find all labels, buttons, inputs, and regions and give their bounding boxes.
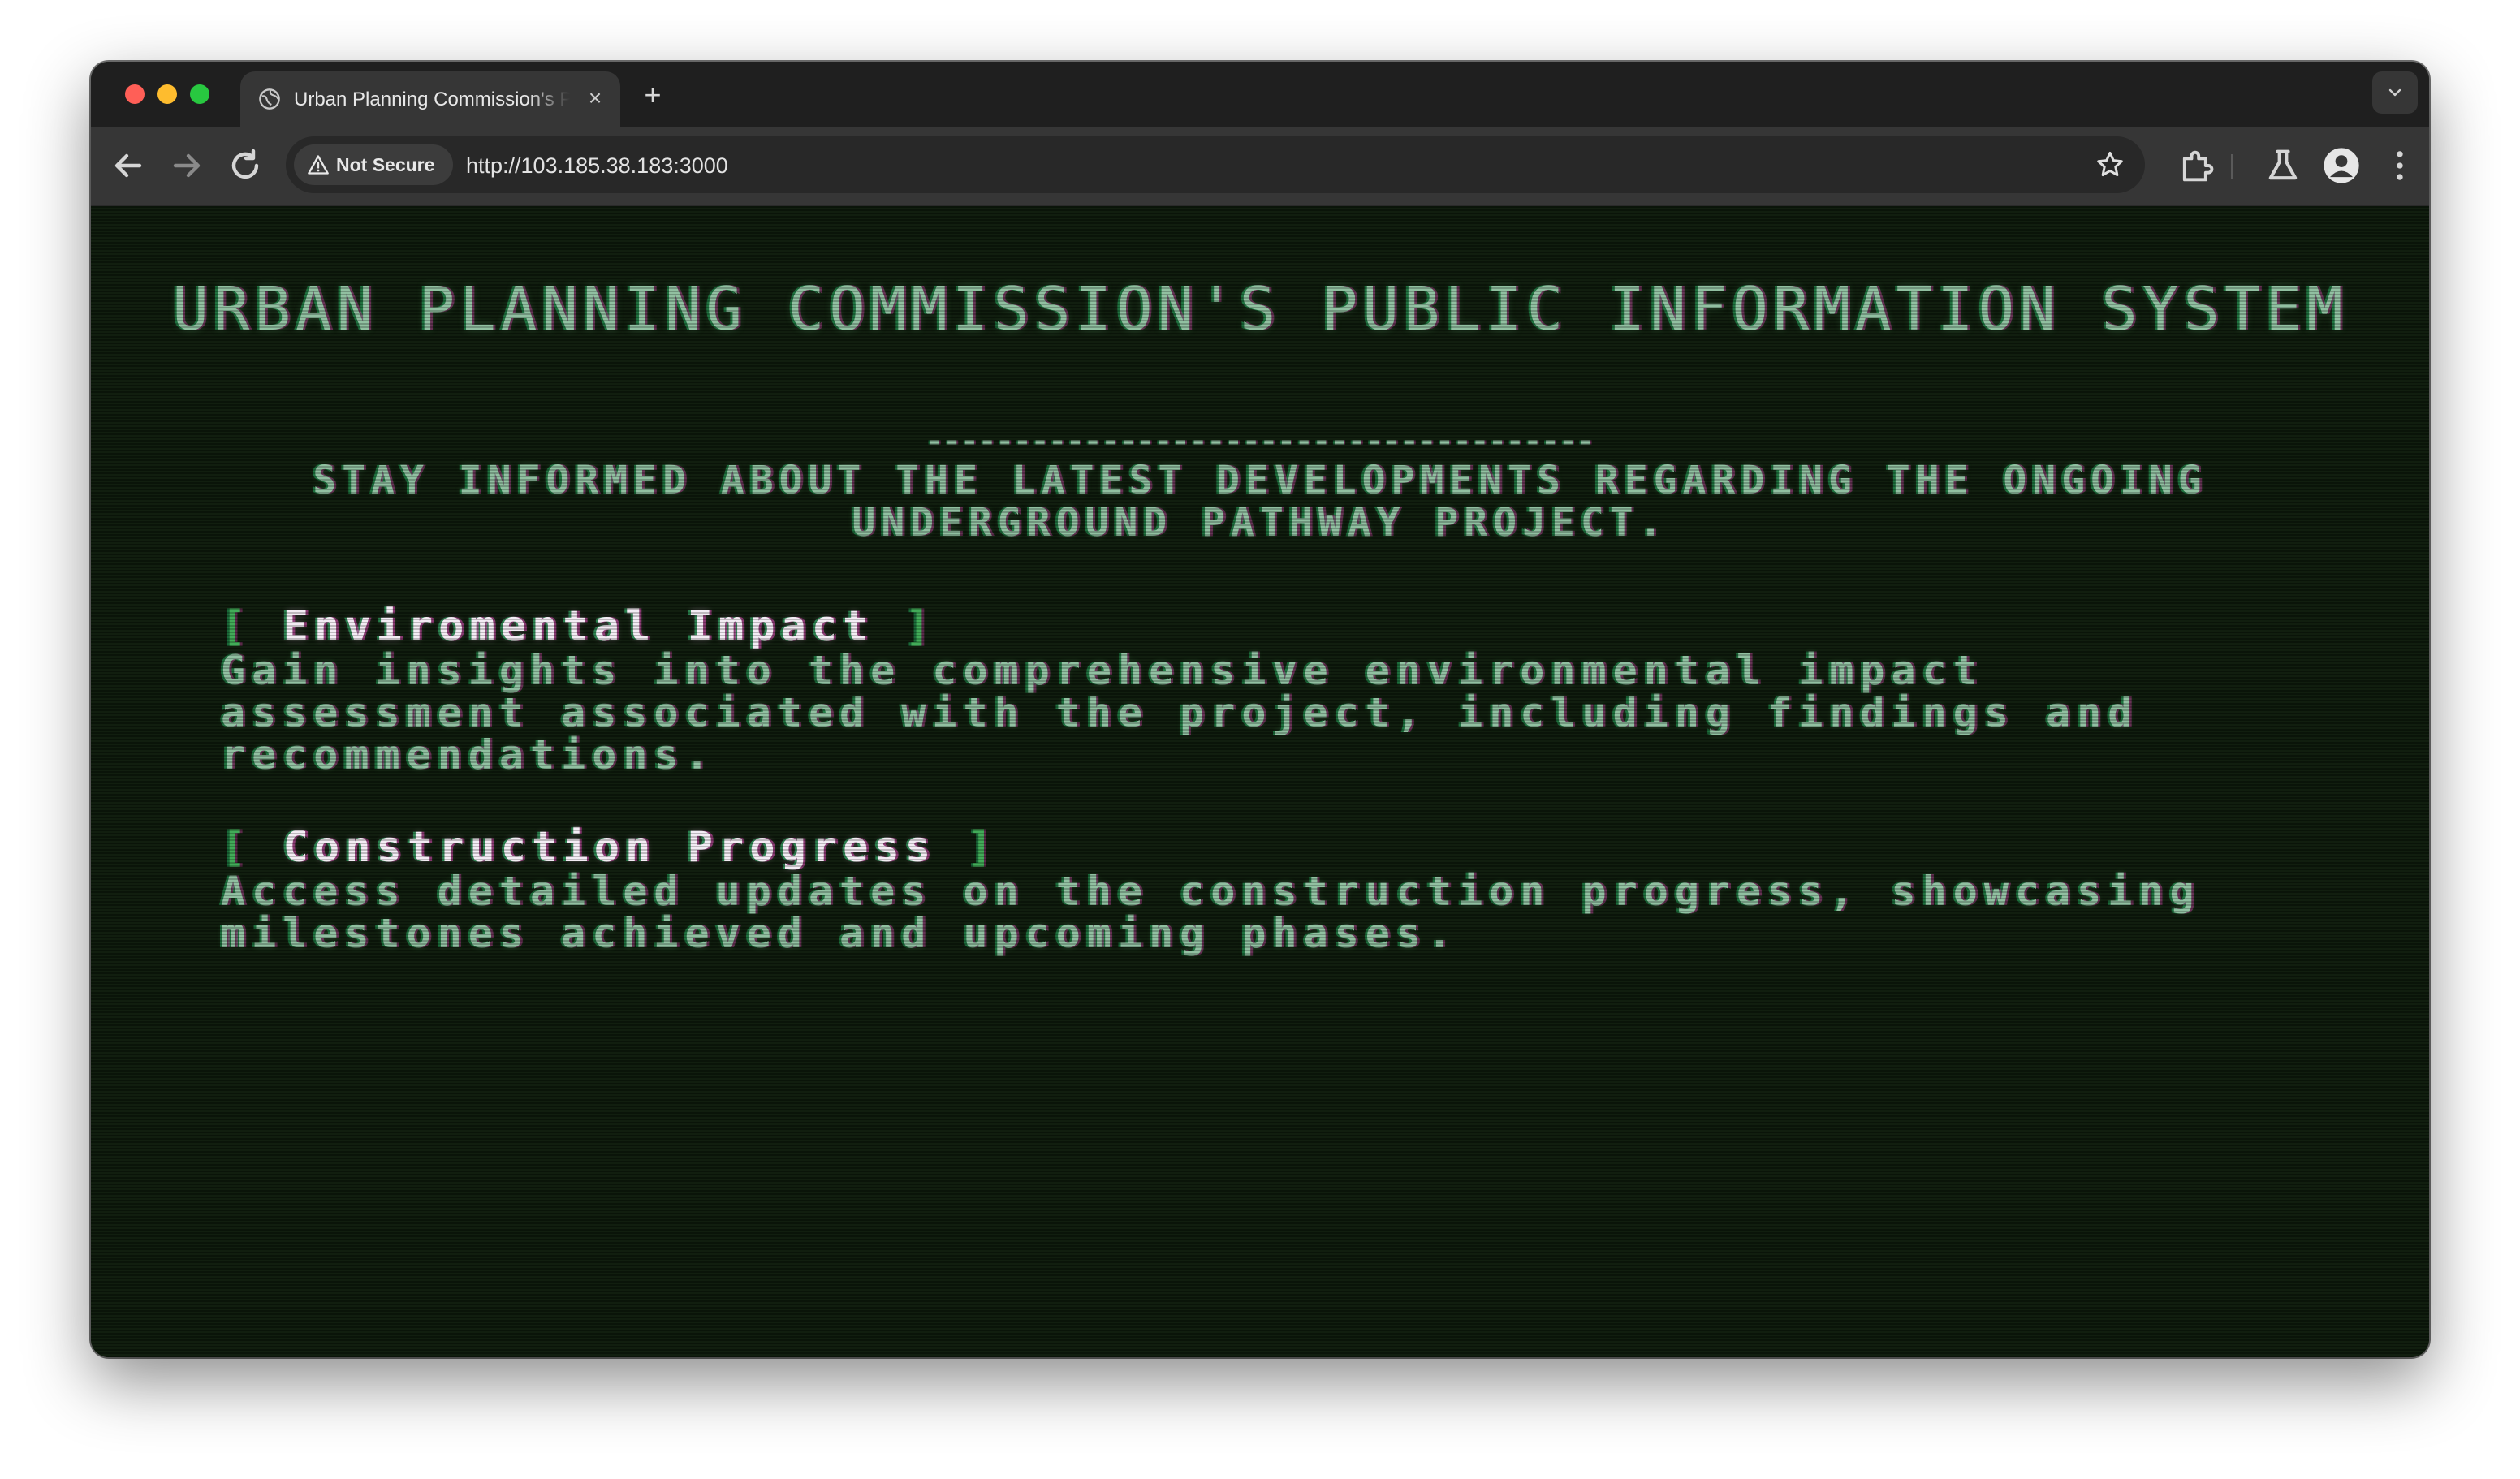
section-description: Gain insights into the comprehensive env… — [221, 647, 2139, 778]
page-content: URBAN PLANNING COMMISSION'S PUBLIC INFOR… — [91, 206, 2429, 1357]
close-window-button[interactable] — [125, 84, 145, 104]
url-text[interactable]: http://103.185.38.183:3000 — [466, 153, 728, 179]
section-description: Access detailed updates on the construct… — [221, 868, 2201, 957]
bracket-open: [ — [221, 823, 252, 872]
back-icon[interactable] — [109, 146, 148, 185]
tab-close-icon[interactable]: × — [583, 86, 607, 110]
page-subtitle: STAY INFORMED ABOUT THE LATEST DEVELOPME… — [313, 458, 2207, 545]
reload-icon[interactable] — [226, 146, 265, 185]
toolbar-divider — [2231, 154, 2233, 179]
tab-strip: Urban Planning Commission's Public Infor… — [91, 62, 2429, 127]
security-label: Not Secure — [336, 154, 435, 175]
zoom-window-button[interactable] — [190, 84, 209, 104]
new-tab-button[interactable]: + — [636, 80, 669, 112]
browser-window: Urban Planning Commission's Public Infor… — [91, 62, 2429, 1357]
tab-active[interactable]: Urban Planning Commission's Public Infor… — [240, 71, 620, 127]
section-construction-progress: [ Construction Progress ] Access detaile… — [221, 825, 2299, 955]
section-heading[interactable]: [ Enviromental Impact ] — [221, 604, 2299, 649]
browser-toolbar: Not Secure http://103.185.38.183:3000 — [91, 127, 2429, 206]
page-title: URBAN PLANNING COMMISSION'S PUBLIC INFOR… — [172, 274, 2348, 344]
bracket-close: ] — [904, 602, 937, 651]
profile-icon[interactable] — [2320, 144, 2362, 187]
security-chip[interactable]: Not Secure — [294, 144, 453, 185]
bracket-close: ] — [967, 823, 999, 872]
extensions-icon[interactable] — [2176, 144, 2218, 187]
tab-search-button[interactable] — [2372, 71, 2418, 114]
tab-title: Urban Planning Commission's Public Infor… — [294, 88, 570, 110]
chevron-down-icon — [2388, 88, 2401, 97]
section-heading[interactable]: [ Construction Progress ] — [221, 825, 2299, 870]
minimize-window-button[interactable] — [158, 84, 177, 104]
menu-icon[interactable] — [2379, 144, 2421, 187]
section-environmental-impact: [ Enviromental Impact ] Gain insights in… — [221, 604, 2299, 776]
star-icon[interactable] — [2095, 149, 2125, 180]
address-bar[interactable]: Not Secure http://103.185.38.183:3000 — [286, 136, 2145, 193]
section-title[interactable]: Enviromental Impact — [283, 602, 874, 651]
title-divider: -------------------------------------- — [926, 427, 1594, 456]
globe-icon — [259, 88, 280, 110]
forward-icon[interactable] — [167, 146, 206, 185]
bracket-open: [ — [221, 602, 252, 651]
warning-icon — [308, 155, 329, 175]
section-title[interactable]: Construction Progress — [283, 823, 936, 872]
labs-icon[interactable] — [2262, 144, 2304, 187]
crt-scanlines-overlay — [91, 206, 2429, 1357]
